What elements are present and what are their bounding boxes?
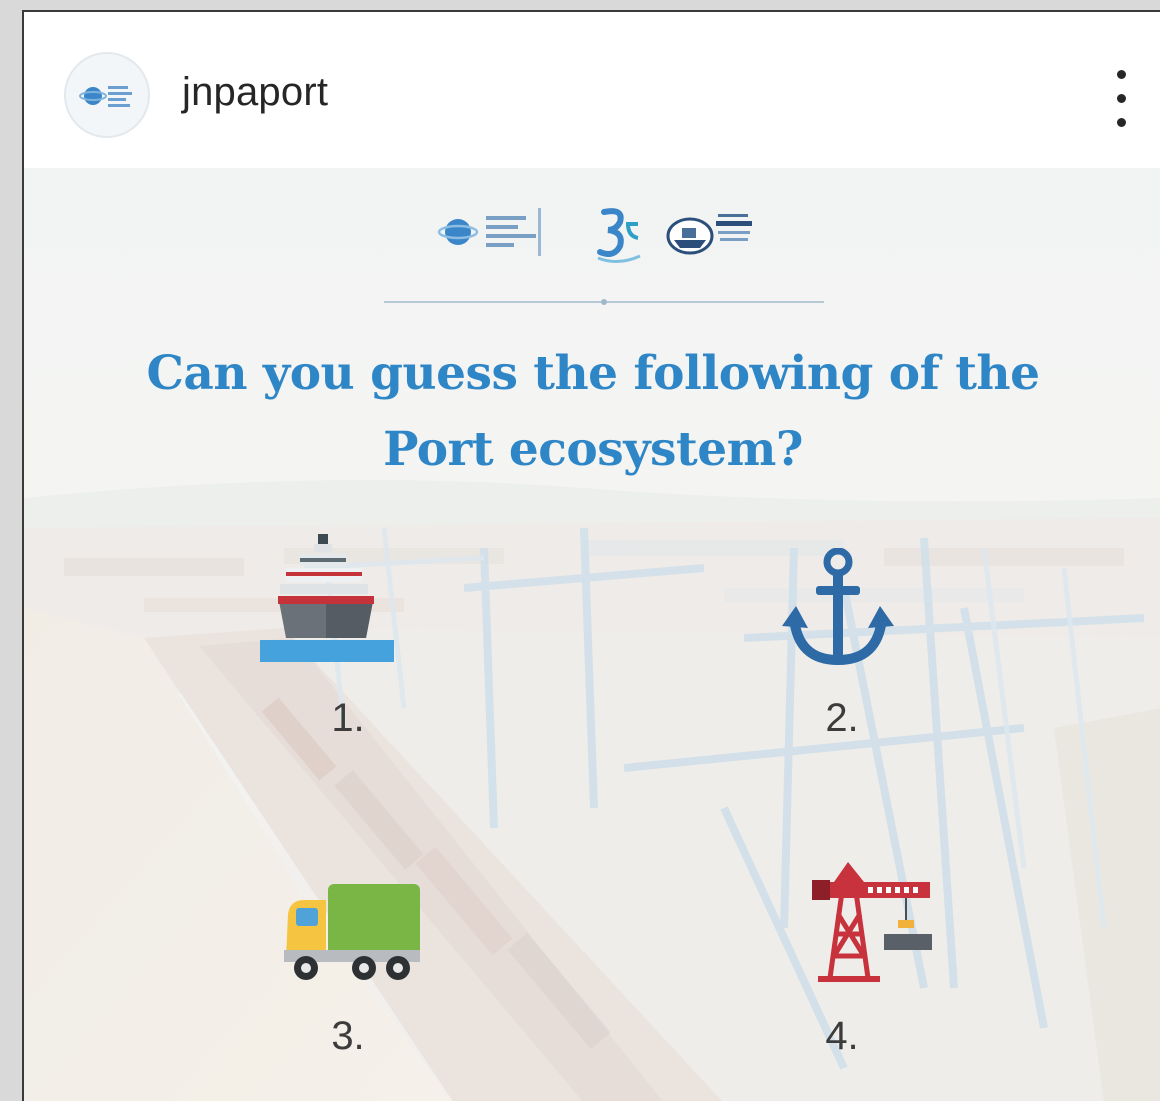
more-options-button[interactable] <box>1104 68 1140 130</box>
jnpa-best-port-logo <box>437 208 541 256</box>
post-username[interactable]: jnpaport <box>182 70 328 115</box>
profile-avatar[interactable] <box>64 52 150 138</box>
headline-line-2: Port ecosystem? <box>383 422 803 477</box>
truck-icon <box>284 884 420 980</box>
ship-icon <box>260 534 394 662</box>
crane-icon <box>812 862 932 982</box>
item-number-1: 1. <box>331 696 365 740</box>
jnpa-logo-icon <box>79 86 132 107</box>
anchor-icon <box>782 548 894 666</box>
quiz-headline: Can you guess the following of the Port … <box>84 336 1102 488</box>
thirty-five-years-logo <box>597 208 641 263</box>
item-number-2: 2. <box>825 696 859 740</box>
decorative-divider <box>384 299 824 305</box>
item-number-3: 3. <box>331 1014 365 1058</box>
partner-logos <box>437 208 752 263</box>
item-number-4: 4. <box>825 1014 859 1058</box>
headline-line-1: Can you guess the following of the <box>146 346 1040 401</box>
vadhvan-port-logo <box>666 214 752 255</box>
post-header: jnpaport <box>24 12 1160 168</box>
instagram-post: jnpaport Can you guess the following of … <box>22 10 1160 1101</box>
post-image[interactable]: Can you guess the following of the Port … <box>24 168 1160 1101</box>
